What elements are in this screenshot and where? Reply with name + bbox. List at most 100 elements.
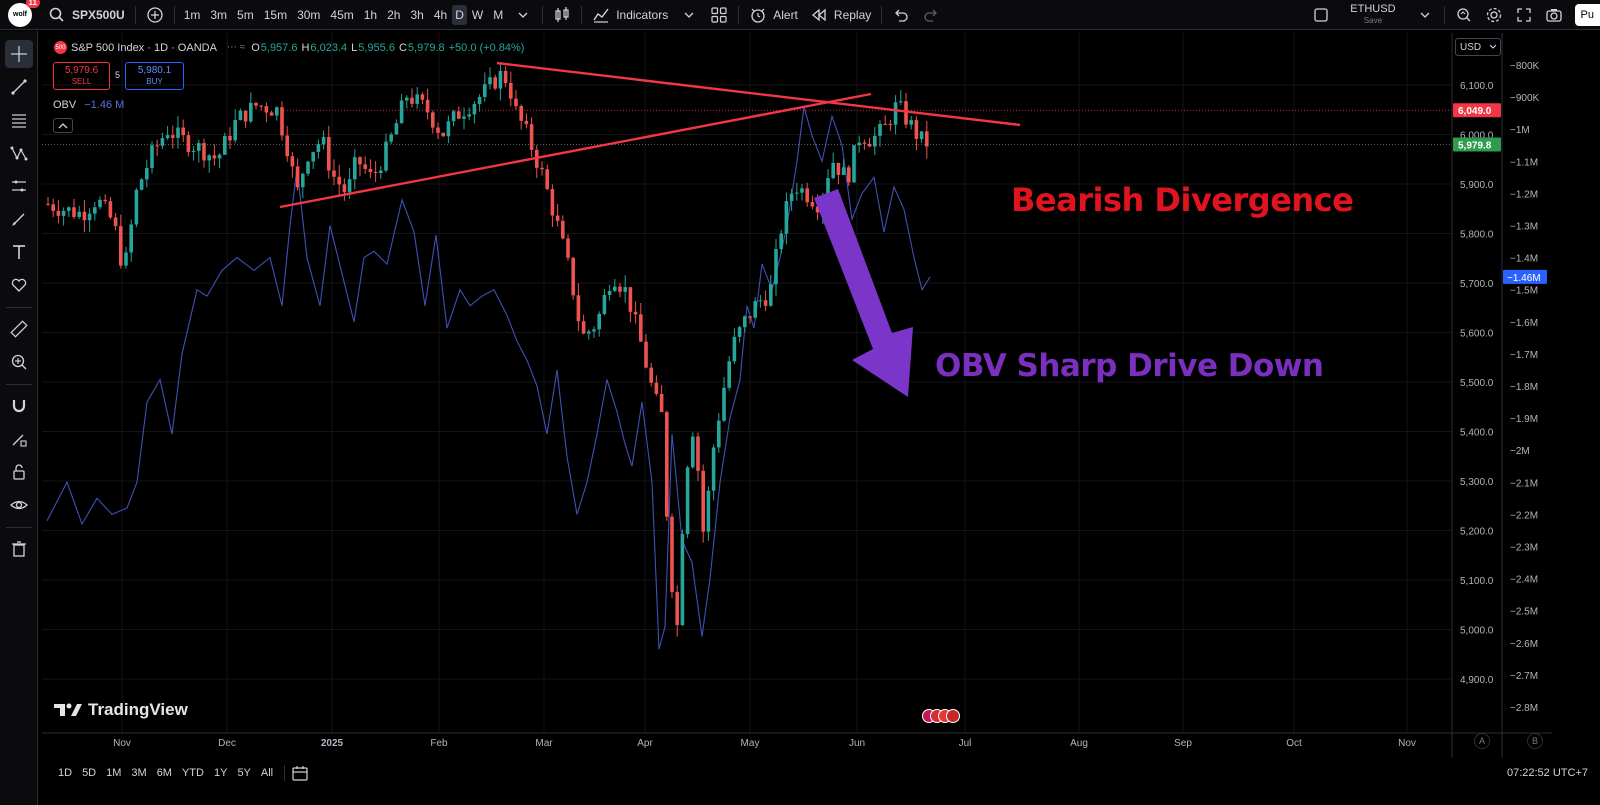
crosshair-icon bbox=[11, 46, 27, 62]
interval-30m[interactable]: 30m bbox=[292, 0, 325, 30]
chevron-down-icon bbox=[684, 12, 694, 18]
interval-15m[interactable]: 15m bbox=[259, 0, 292, 30]
pattern-tool[interactable] bbox=[5, 139, 33, 167]
symbol-search[interactable]: SPX500U bbox=[42, 0, 131, 30]
layout-save-label: Save bbox=[1363, 15, 1383, 25]
auto-scale-button[interactable]: A bbox=[1474, 733, 1490, 749]
interval-D[interactable]: D bbox=[452, 4, 467, 25]
buy-button[interactable]: 5,980.1 BUY bbox=[125, 62, 184, 90]
publish-button[interactable]: Pu bbox=[1574, 3, 1600, 26]
candle-body bbox=[743, 316, 747, 328]
interval-45m[interactable]: 45m bbox=[325, 0, 358, 30]
remove-drawings-tool[interactable] bbox=[5, 535, 33, 563]
interval-1h[interactable]: 1h bbox=[359, 0, 382, 30]
symbol-legend[interactable]: 500 S&P 500 Index · 1D · OANDA ⋯ ≈ O 5,95… bbox=[54, 41, 528, 54]
magnet-tool[interactable] bbox=[5, 392, 33, 420]
interval-W[interactable]: W bbox=[467, 0, 488, 30]
obv-tick-label: −1.5M bbox=[1510, 286, 1538, 297]
undo-button[interactable] bbox=[886, 0, 916, 30]
layout-symbol: ETHUSD bbox=[1350, 2, 1396, 15]
text-tool[interactable] bbox=[5, 238, 33, 266]
replay-button[interactable]: Replay bbox=[804, 0, 877, 30]
range-6m[interactable]: 6M bbox=[157, 767, 172, 779]
obv-line bbox=[46, 106, 931, 650]
candle-body bbox=[347, 179, 352, 193]
range-ytd[interactable]: YTD bbox=[182, 767, 204, 779]
range-1y[interactable]: 1Y bbox=[214, 767, 227, 779]
hide-drawings-tool[interactable] bbox=[5, 491, 33, 519]
range-1m[interactable]: 1M bbox=[106, 767, 121, 779]
trendline-tool[interactable] bbox=[5, 73, 33, 101]
last-price-tag: 5,979.8 bbox=[1458, 140, 1492, 151]
fib-tool[interactable] bbox=[5, 106, 33, 134]
go-to-date-button[interactable] bbox=[291, 764, 309, 782]
forecast-tool[interactable] bbox=[5, 172, 33, 200]
obv-legend[interactable]: OBV −1.46 M bbox=[53, 99, 124, 111]
layout-dropdown[interactable] bbox=[1410, 0, 1440, 30]
fullscreen-button[interactable] bbox=[1509, 0, 1539, 30]
settings-button[interactable] bbox=[1479, 0, 1509, 30]
interval-2h[interactable]: 2h bbox=[382, 0, 405, 30]
interval-1m[interactable]: 1m bbox=[179, 0, 206, 30]
interval-dropdown[interactable] bbox=[508, 0, 538, 30]
brush-tool[interactable] bbox=[5, 205, 33, 233]
currency-selector[interactable]: USD bbox=[1455, 38, 1501, 56]
interval-5m[interactable]: 5m bbox=[232, 0, 259, 30]
interval-4h[interactable]: 4h bbox=[429, 0, 452, 30]
range-5d[interactable]: 5D bbox=[82, 767, 96, 779]
candle-body bbox=[701, 470, 705, 532]
screenshot-button[interactable] bbox=[1539, 0, 1569, 30]
lock-drawing-mode-tool[interactable] bbox=[5, 425, 33, 453]
time-tick-label: Jun bbox=[849, 738, 865, 749]
layout-name-button[interactable]: ETHUSD Save bbox=[1336, 0, 1409, 30]
price-tick-label: 5,400.0 bbox=[1460, 428, 1494, 439]
legend-menu-icon[interactable]: ⋯ ≈ bbox=[227, 42, 245, 53]
candle-body bbox=[399, 100, 404, 124]
range-3m[interactable]: 3M bbox=[131, 767, 146, 779]
compare-symbol-button[interactable] bbox=[140, 0, 170, 30]
range-5y[interactable]: 5Y bbox=[237, 767, 250, 779]
tradingview-watermark[interactable]: TradingView bbox=[54, 700, 188, 720]
obv-drive-down-text[interactable]: OBV Sharp Drive Down bbox=[935, 348, 1324, 384]
indicators-dropdown[interactable] bbox=[674, 0, 704, 30]
range-all[interactable]: All bbox=[261, 767, 273, 779]
price-tick-label: 5,800.0 bbox=[1460, 230, 1494, 241]
candle-body bbox=[98, 199, 102, 208]
lock-all-tool[interactable] bbox=[5, 458, 33, 486]
interval-3h[interactable]: 3h bbox=[405, 0, 428, 30]
sell-button[interactable]: 5,979.6 SELL bbox=[53, 62, 110, 90]
layout-checkbox[interactable] bbox=[1306, 0, 1336, 30]
replay-label: Replay bbox=[833, 7, 872, 22]
candle-body bbox=[191, 150, 196, 153]
alert-button[interactable]: Alert bbox=[743, 0, 804, 30]
range-1d[interactable]: 1D bbox=[58, 767, 72, 779]
chart-type-button[interactable] bbox=[547, 0, 577, 30]
indicators-button[interactable]: Indicators bbox=[586, 0, 674, 30]
clock-timezone[interactable]: 07:22:52 UTC+7 bbox=[1507, 767, 1588, 779]
candle-body bbox=[56, 210, 61, 216]
candle-body bbox=[493, 77, 497, 89]
measure-tool[interactable] bbox=[5, 315, 33, 343]
interval-3m[interactable]: 3m bbox=[205, 0, 232, 30]
collapse-legend-button[interactable] bbox=[53, 118, 73, 133]
candle-body bbox=[597, 313, 601, 330]
user-avatar[interactable]: wolf 11 bbox=[8, 0, 40, 27]
favorites-tool[interactable] bbox=[5, 271, 33, 299]
candle-body bbox=[467, 114, 471, 117]
chevron-down-icon bbox=[1489, 44, 1497, 49]
quick-search-button[interactable] bbox=[1449, 0, 1479, 30]
candle-body bbox=[737, 327, 742, 337]
bearish-divergence-text[interactable]: Bearish Divergence bbox=[1011, 181, 1354, 219]
indicators-label: Indicators bbox=[616, 7, 669, 22]
candle-body bbox=[628, 287, 633, 312]
layouts-button[interactable] bbox=[704, 0, 734, 30]
crosshair-tool[interactable] bbox=[5, 40, 33, 68]
obv-scale-button[interactable]: B bbox=[1527, 733, 1543, 749]
redo-button[interactable] bbox=[916, 0, 946, 30]
plus-circle-icon bbox=[147, 6, 163, 23]
economic-events-marker[interactable] bbox=[922, 709, 964, 723]
zoom-tool[interactable] bbox=[5, 348, 33, 376]
interval-M[interactable]: M bbox=[488, 0, 508, 30]
chart-canvas[interactable]: 6,100.06,000.05,900.05,800.05,700.05,600… bbox=[42, 33, 1552, 758]
chart-pane[interactable]: 6,100.0 6,000.0 5,900.0 5,800.0 5,700.0 5,600… bbox=[42, 33, 1552, 758]
